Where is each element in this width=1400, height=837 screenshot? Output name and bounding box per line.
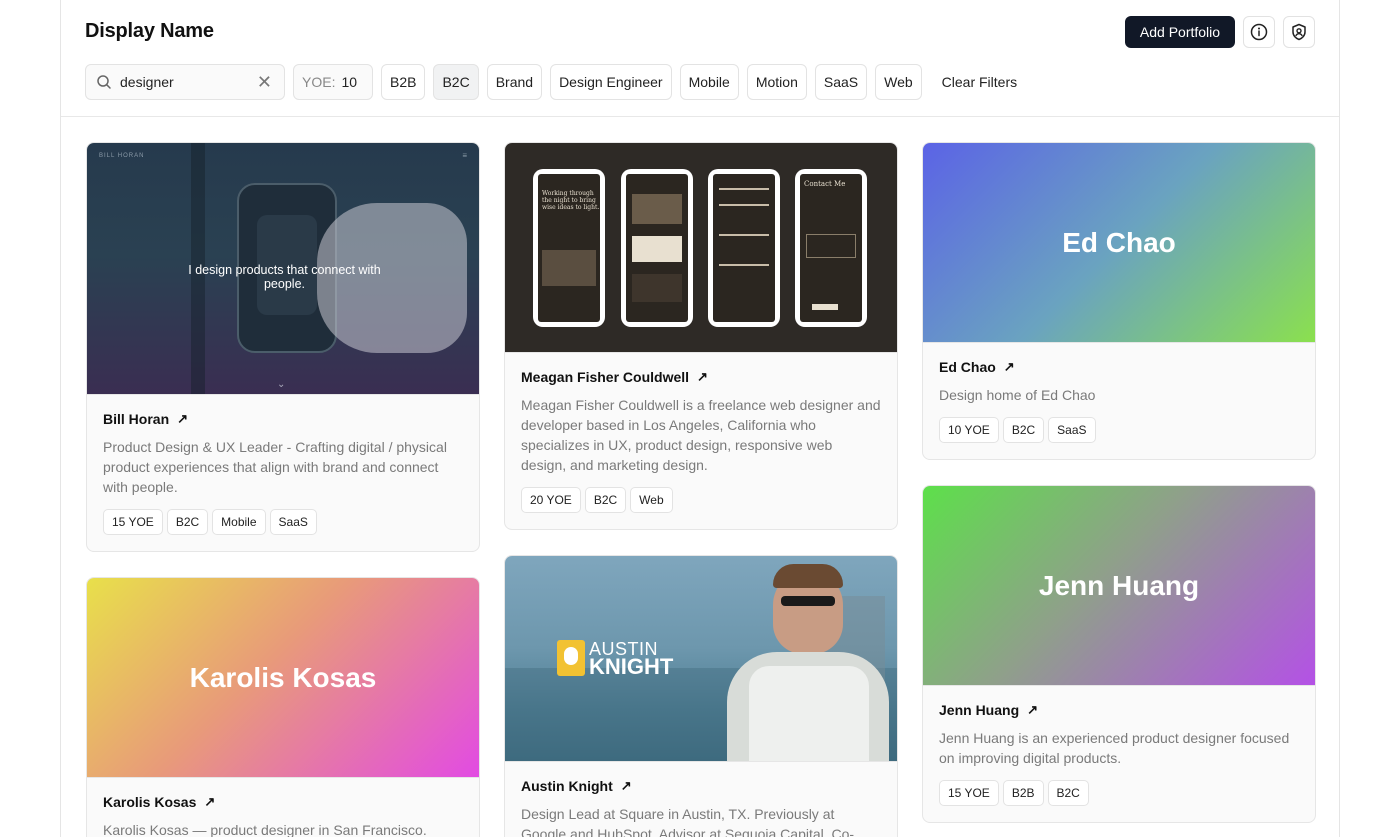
portfolio-card[interactable]: Ed Chao Ed Chao ↗ Design home of Ed Chao… — [922, 142, 1316, 460]
tag-list: 10 YOE B2C SaaS — [939, 417, 1299, 443]
portfolio-card[interactable]: AUSTIN KNIGHT Austin Knight ↗ Design Lea… — [504, 555, 898, 837]
portfolio-name[interactable]: Ed Chao ↗ — [939, 359, 1299, 375]
portfolio-name[interactable]: Meagan Fisher Couldwell ↗ — [521, 369, 881, 385]
portfolio-name[interactable]: Jenn Huang ↗ — [939, 702, 1299, 718]
portfolio-thumbnail: Ed Chao — [923, 143, 1315, 343]
tag: B2C — [166, 509, 209, 535]
thumbnail-menu-icon: ≡ — [462, 151, 467, 160]
tag: B2B — [1002, 780, 1044, 806]
phone-mockup: Contact Me — [795, 169, 867, 327]
tag: B2C — [1047, 780, 1089, 806]
filter-chip-design-engineer[interactable]: Design Engineer — [550, 64, 672, 100]
tag-list: 15 YOE B2B B2C — [939, 780, 1299, 806]
app-frame: Display Name Add Portfolio designer ✕ YO… — [60, 0, 1340, 837]
yoe-input[interactable]: YOE: 10 — [293, 64, 373, 100]
tag: SaaS — [1048, 417, 1096, 443]
external-link-icon: ↗ — [1027, 702, 1039, 717]
portfolio-thumbnail: Jenn Huang — [923, 486, 1315, 686]
page-title: Display Name — [85, 20, 214, 42]
tag: B2C — [1002, 417, 1045, 443]
austin-knight-logo: AUSTIN KNIGHT — [557, 640, 674, 679]
external-link-icon: ↗ — [204, 794, 216, 809]
portfolio-name-text: Bill Horan — [103, 411, 170, 427]
shield-user-icon — [1292, 23, 1306, 41]
phone-mockup — [708, 169, 780, 327]
tag-list: 20 YOE B2C Web — [521, 487, 881, 513]
portfolio-name-text: Austin Knight — [521, 778, 613, 794]
thumbnail-title: Ed Chao — [1062, 226, 1176, 258]
logo-mark-icon — [557, 640, 585, 676]
tag: Mobile — [212, 509, 266, 535]
page-header: Display Name Add Portfolio designer ✕ YO… — [61, 0, 1339, 117]
portfolio-name[interactable]: Karolis Kosas ↗ — [103, 794, 463, 810]
phone-mockup: Working through the night to bring wise … — [533, 169, 605, 327]
filter-chip-b2b[interactable]: B2B — [381, 64, 426, 100]
yoe-label: YOE: — [302, 74, 336, 90]
filter-chip-web[interactable]: Web — [875, 64, 922, 100]
thumbnail-brand: BILL HORAN — [99, 153, 145, 159]
portfolio-description: Design Lead at Square in Austin, TX. Pre… — [521, 806, 855, 837]
portfolio-name[interactable]: Austin Knight ↗ — [521, 778, 881, 794]
thumbnail-caption: I design products that connect with peop… — [188, 263, 381, 291]
phone-heading: Working through the night to bring wise … — [542, 190, 600, 211]
tag: 15 YOE — [939, 780, 999, 806]
portfolio-card[interactable]: BILL HORAN ≡ I design products that conn… — [86, 142, 480, 552]
external-link-icon: ↗ — [697, 369, 708, 384]
thumbnail-title: Karolis Kosas — [189, 661, 377, 693]
portfolio-name-text: Karolis Kosas — [103, 794, 197, 810]
portfolio-thumbnail: Working through the night to bring wise … — [505, 143, 897, 353]
portfolio-description: Meagan Fisher Couldwell is a freelance w… — [521, 397, 881, 473]
add-portfolio-button[interactable]: Add Portfolio — [1125, 16, 1235, 48]
yoe-value: 10 — [341, 74, 358, 90]
tag-list: 15 YOE B2C Mobile SaaS — [103, 509, 463, 535]
filter-bar: designer ✕ YOE: 10 B2B B2C Brand Design … — [85, 64, 1029, 100]
external-link-icon: ↗ — [177, 411, 189, 426]
portfolio-name-text: Jenn Huang — [939, 702, 1020, 718]
info-button[interactable] — [1243, 16, 1275, 48]
search-input[interactable]: designer ✕ — [85, 64, 285, 100]
filter-chip-saas[interactable]: SaaS — [814, 64, 868, 100]
info-icon — [1250, 23, 1268, 41]
logo-text-bottom: KNIGHT — [589, 654, 674, 679]
portfolio-description: Jenn Huang is an experienced product des… — [939, 730, 1290, 766]
thumbnail-scroll-icon: ⌄ — [277, 379, 286, 390]
portfolio-name-text: Ed Chao — [939, 359, 996, 375]
tag: 15 YOE — [103, 509, 163, 535]
filter-chip-motion[interactable]: Motion — [746, 64, 807, 100]
filter-chip-brand[interactable]: Brand — [486, 64, 543, 100]
clear-filters-button[interactable]: Clear Filters — [930, 64, 1029, 100]
portfolio-thumbnail: Karolis Kosas — [87, 578, 479, 778]
portfolio-thumbnail: AUSTIN KNIGHT — [505, 556, 897, 762]
tag: 10 YOE — [939, 417, 999, 443]
portfolio-thumbnail: BILL HORAN ≡ I design products that conn… — [87, 143, 479, 395]
portfolio-name[interactable]: Bill Horan ↗ — [103, 411, 463, 427]
search-icon — [97, 75, 111, 89]
portfolio-name-text: Meagan Fisher Couldwell — [521, 369, 690, 385]
external-link-icon: ↗ — [1003, 359, 1015, 374]
search-value: designer — [120, 74, 174, 90]
phone-contact: Contact Me — [804, 180, 846, 188]
tag: Web — [630, 487, 673, 513]
thumbnail-title: Jenn Huang — [1038, 569, 1200, 601]
filter-chip-mobile[interactable]: Mobile — [679, 64, 739, 100]
phone-mockup — [621, 169, 693, 327]
tag: 20 YOE — [521, 487, 581, 513]
portfolio-description: Design home of Ed Chao — [939, 387, 1096, 403]
filter-chip-b2c[interactable]: B2C — [433, 64, 479, 100]
account-button[interactable] — [1283, 16, 1315, 48]
portfolio-card[interactable]: Karolis Kosas Karolis Kosas ↗ Karolis Ko… — [86, 577, 480, 837]
portfolio-description: Product Design & UX Leader - Crafting di… — [103, 439, 447, 495]
portfolio-card[interactable]: Working through the night to bring wise … — [504, 142, 898, 530]
portfolio-description: Karolis Kosas — product designer in San … — [103, 822, 427, 837]
tag: SaaS — [269, 509, 317, 535]
tag: B2C — [584, 487, 627, 513]
portfolio-card[interactable]: Jenn Huang Jenn Huang ↗ Jenn Huang is an… — [922, 485, 1316, 823]
clear-search-icon[interactable]: ✕ — [257, 73, 272, 91]
external-link-icon: ↗ — [620, 778, 632, 793]
